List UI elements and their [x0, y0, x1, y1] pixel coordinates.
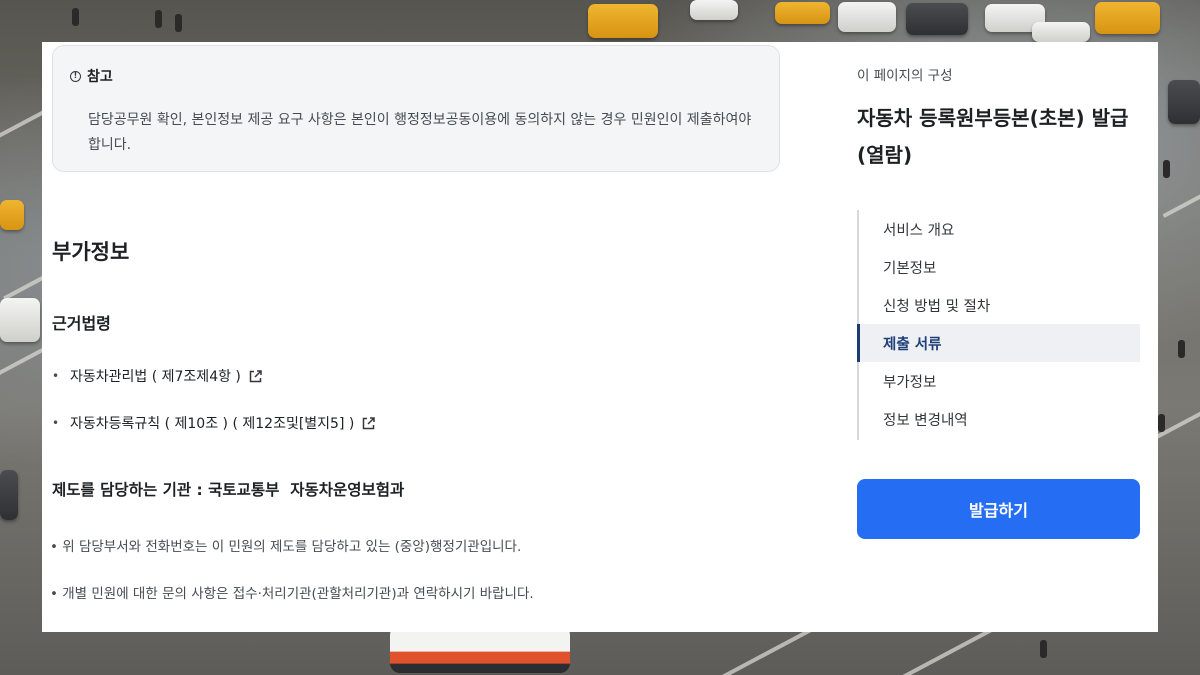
bullet: • [52, 369, 60, 383]
notice-box: ! 참고 담당공무원 확인, 본인정보 제공 요구 사항은 본인이 행정정보공동… [52, 45, 780, 172]
notice-header: ! 참고 [70, 66, 113, 86]
law-link-motor-vehicle-act[interactable]: 자동차관리법 ( 제7조제4항 ) [70, 366, 241, 386]
toc-item-required-documents[interactable]: 제출 서류 [857, 324, 1140, 362]
issue-button[interactable]: 발급하기 [857, 479, 1140, 539]
note-inquiry-info: • 개별 민원에 대한 문의 사항은 접수·처리기관(관할처리기관)과 연락하시… [50, 586, 534, 602]
external-link-icon[interactable] [247, 368, 264, 385]
page-title: 자동차 등록원부등본(초본) 발급(열람) [857, 106, 1129, 167]
toc-item-additional-info[interactable]: 부가정보 [859, 362, 1142, 400]
toc-item-application-procedure[interactable]: 신청 방법 및 절차 [859, 286, 1142, 324]
toc-label: 이 페이지의 구성 [857, 68, 953, 84]
toc-item-change-history[interactable]: 정보 변경내역 [859, 400, 1142, 438]
legal-basis-title: 근거법령 [52, 314, 111, 333]
toc-item-service-overview[interactable]: 서비스 개요 [859, 210, 1142, 248]
responsible-agency: 제도를 담당하는 기관 : 국토교통부 자동차운영보험과 [52, 481, 405, 499]
bullet: • [52, 416, 60, 430]
law-link-registration-rules[interactable]: 자동차등록규칙 ( 제10조 ) ( 제12조및[별지5] ) [70, 413, 354, 433]
section-title-additional-info: 부가정보 [52, 240, 130, 264]
toc-item-basic-info[interactable]: 기본정보 [859, 248, 1142, 286]
law-item: • 자동차등록규칙 ( 제10조 ) ( 제12조및[별지5] ) [52, 413, 377, 433]
notice-title: 참고 [87, 69, 113, 85]
notice-body: 담당공무원 확인, 본인정보 제공 요구 사항은 본인이 행정정보공동이용에 동… [88, 112, 752, 153]
page-toc: 서비스 개요 기본정보 신청 방법 및 절차 제출 서류 부가정보 정보 변경내… [857, 210, 1140, 440]
external-link-icon[interactable] [360, 415, 377, 432]
note-department-info: • 위 담당부서와 전화번호는 이 민원의 제도를 담당하고 있는 (중앙)행정… [50, 539, 522, 555]
info-circle-icon: ! [70, 70, 81, 82]
law-item: • 자동차관리법 ( 제7조제4항 ) [52, 366, 264, 386]
content-panel: ! 참고 담당공무원 확인, 본인정보 제공 요구 사항은 본인이 행정정보공동… [42, 42, 1158, 632]
